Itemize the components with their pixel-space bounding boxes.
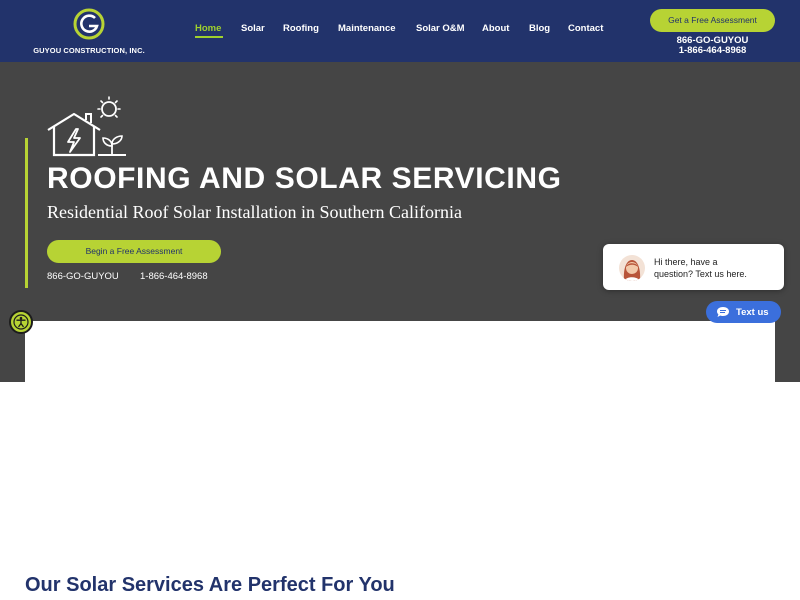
text-us-button[interactable]: Text us [706,301,781,323]
company-logo[interactable]: GUYOU CONSTRUCTION, INC. [28,8,150,58]
chat-message-line1: Hi there, have a [654,257,718,267]
chat-bubble-icon [717,307,729,317]
chat-message-line2: question? Text us here. [654,269,747,279]
nav-blog[interactable]: Blog [529,23,550,34]
services-section-title: Our Solar Services Are Perfect For You [25,574,395,596]
chat-message-text: Hi there, have a question? Text us here. [654,256,779,280]
chat-message-bubble[interactable]: Hi there, have a question? Text us here. [603,244,784,290]
house-solar-sun-icon [47,96,126,157]
logo-g-icon [73,8,105,40]
nav-contact[interactable]: Contact [568,23,603,34]
nav-about[interactable]: About [482,23,509,34]
site-header: GUYOU CONSTRUCTION, INC. Home Solar Roof… [0,0,800,62]
hero-title: ROOFING AND SOLAR SERVICING [47,162,562,195]
text-us-label: Text us [736,307,769,318]
nav-maintenance[interactable]: Maintenance [338,23,396,34]
agent-avatar [619,255,645,281]
company-name: GUYOU CONSTRUCTION, INC. [33,46,145,55]
hero-phone-vanity[interactable]: 866-GO-GUYOU [47,271,119,282]
active-nav-indicator [195,36,223,38]
nav-home[interactable]: Home [195,23,221,34]
nav-solar[interactable]: Solar [241,23,265,34]
hero-accent-bar [25,138,28,288]
begin-assessment-button[interactable]: Begin a Free Assessment [47,240,221,263]
hero-subtitle: Residential Roof Solar Installation in S… [47,202,462,222]
nav-roofing[interactable]: Roofing [283,23,319,34]
accessibility-button[interactable] [9,310,33,334]
nav-solar-om[interactable]: Solar O&M [416,23,465,34]
free-assessment-button[interactable]: Get a Free Assessment [650,9,775,32]
hero-phone-number[interactable]: 1-866-464-8968 [140,271,208,282]
accessibility-icon [13,314,29,330]
content-panel [25,321,775,382]
header-phone-number[interactable]: 1-866-464-8968 [650,45,775,56]
